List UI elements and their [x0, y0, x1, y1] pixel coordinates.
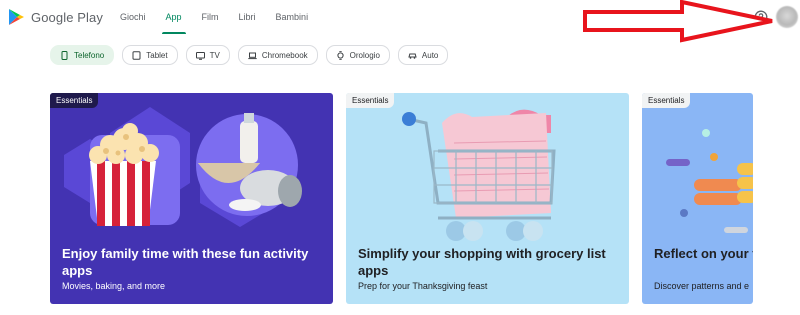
phone-icon — [61, 50, 68, 60]
chip-label: Tablet — [146, 50, 168, 60]
card-title: Reflect on your f tracking apps — [654, 246, 753, 261]
nav-tab-giochi[interactable]: Giochi — [110, 0, 156, 34]
chip-label: Orologio — [349, 50, 380, 60]
chip-label: Chromebook — [261, 50, 308, 60]
logo-text: Google Play — [31, 9, 103, 25]
nav-tab-film[interactable]: Film — [192, 0, 229, 34]
laptop-icon — [248, 52, 257, 59]
card-title: Enjoy family time with these fun activit… — [62, 246, 309, 278]
main-nav: Giochi App Film Libri Bambini — [110, 0, 318, 34]
card-subtitle: Discover patterns and e — [654, 281, 750, 291]
popcorn-baking-illustration — [64, 107, 302, 227]
collection-card-family-activities[interactable]: Essentials Enjoy family time with these … — [50, 93, 333, 304]
chip-chromebook[interactable]: Chromebook — [237, 45, 318, 65]
essentials-badge: Essentials — [642, 93, 691, 108]
nav-tab-bambini[interactable]: Bambini — [266, 0, 319, 34]
chip-orologio[interactable]: Orologio — [325, 45, 390, 65]
red-arrow-annotation — [583, 0, 773, 43]
shopping-cart-illustration — [402, 109, 556, 241]
tv-icon — [195, 51, 205, 60]
chip-label: Auto — [421, 50, 439, 60]
card-subtitle: Prep for your Thanksgiving feast — [358, 281, 488, 291]
chip-label: Telefono — [74, 50, 105, 60]
tracking-illustration — [666, 129, 753, 233]
chip-auto[interactable]: Auto — [397, 45, 449, 65]
car-icon — [408, 53, 417, 59]
nav-tab-app[interactable]: App — [156, 0, 192, 34]
tablet-icon — [132, 50, 141, 60]
account-avatar[interactable] — [776, 6, 798, 28]
play-logo-icon — [9, 9, 24, 25]
watch-icon — [337, 50, 344, 60]
card-subtitle: Movies, baking, and more — [62, 281, 166, 291]
chip-label: TV — [209, 50, 220, 60]
essentials-badge: Essentials — [50, 93, 99, 108]
chip-telefono[interactable]: Telefono — [50, 45, 115, 65]
google-play-logo[interactable]: Google Play — [6, 7, 103, 27]
chip-tablet[interactable]: Tablet — [122, 45, 178, 65]
essentials-badge: Essentials — [346, 93, 395, 108]
card-title: Simplify your shopping with grocery list… — [358, 246, 606, 278]
collection-card-tracking-apps[interactable]: Essentials Reflect on your f tracking ap… — [642, 93, 753, 304]
device-filter-chips: Telefono Tablet TV Chromebook Orologio A… — [50, 45, 456, 65]
chip-tv[interactable]: TV — [185, 45, 230, 65]
nav-tab-libri[interactable]: Libri — [229, 0, 266, 34]
collection-card-grocery-lists[interactable]: Essentials Simplify your shopping with g… — [346, 93, 629, 304]
